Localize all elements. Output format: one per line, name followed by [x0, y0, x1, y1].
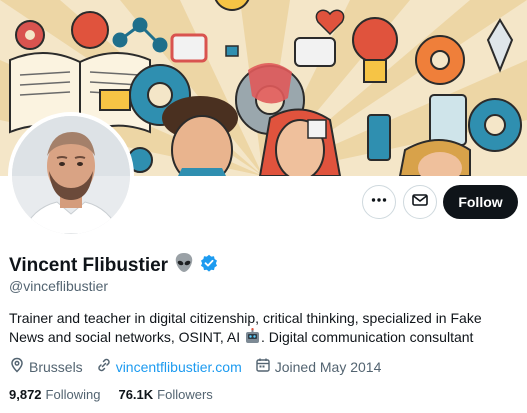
bio-text-end: . Digital communication consultant [260, 329, 474, 345]
calendar-icon [255, 357, 271, 376]
following-label: Following [45, 387, 101, 402]
display-name: Vincent Flibustier [9, 254, 169, 276]
profile-handle: @vinceflibustier [9, 278, 109, 294]
joined-text: Joined May 2014 [274, 358, 382, 375]
website-link[interactable]: vincentflibustier.com [116, 359, 242, 375]
verified-badge-icon[interactable] [200, 254, 218, 277]
alien-emoji-icon [173, 252, 195, 279]
location-item: Brussels [9, 357, 83, 376]
avatar-photo [12, 116, 130, 234]
followers-stat[interactable]: 76.1K Followers [118, 387, 212, 402]
location-text: Brussels [29, 358, 83, 375]
mail-icon [411, 191, 429, 214]
following-stat[interactable]: 9,872 Following [9, 387, 100, 402]
follow-button[interactable]: Follow [443, 185, 518, 219]
more-button[interactable] [362, 185, 396, 219]
more-icon [370, 191, 388, 214]
profile-bio: Trainer and teacher in digital citizensh… [9, 309, 519, 350]
location-pin-icon [9, 357, 25, 376]
message-button[interactable] [403, 185, 437, 219]
profile-avatar[interactable] [8, 112, 134, 238]
joined-item: Joined May 2014 [255, 357, 382, 376]
website-item[interactable]: vincentflibustier.com [96, 357, 242, 376]
robot-emoji-icon [244, 328, 261, 350]
link-icon [96, 357, 112, 376]
profile-stats: 9,872 Following 76.1K Followers [9, 387, 231, 402]
profile-name-row: Vincent Flibustier [9, 252, 218, 279]
following-count: 9,872 [9, 387, 42, 402]
followers-label: Followers [157, 387, 213, 402]
profile-meta: Brussels vincentflibustier.com Joined Ma… [9, 357, 394, 376]
followers-count: 76.1K [118, 387, 154, 402]
